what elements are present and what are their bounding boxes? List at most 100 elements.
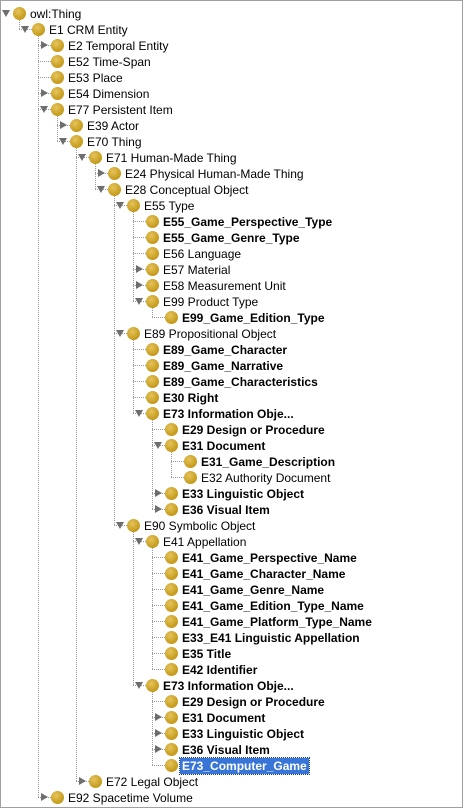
tree-node-label[interactable]: E71 Human-Made Thing bbox=[104, 150, 239, 166]
tree-node-label[interactable]: E28 Conceptual Object bbox=[123, 182, 250, 198]
tree-node-label[interactable]: E41_Game_Platform_Type_Name bbox=[180, 614, 374, 630]
tree-node-label[interactable]: E58 Measurement Unit bbox=[161, 278, 288, 294]
expanded-arrow-icon[interactable] bbox=[2, 10, 10, 17]
expanded-arrow-icon[interactable] bbox=[116, 202, 124, 209]
collapsed-arrow-icon[interactable] bbox=[41, 793, 48, 801]
tree-node-label-selected[interactable]: E73_Computer_Game bbox=[179, 757, 310, 775]
tree-node-label[interactable]: E54 Dimension bbox=[66, 86, 151, 102]
collapsed-arrow-icon[interactable] bbox=[155, 729, 162, 737]
tree-node-label[interactable]: E41_Game_Character_Name bbox=[180, 566, 347, 582]
tree-node-label[interactable]: E31 Document bbox=[180, 438, 267, 454]
expanded-arrow-icon[interactable] bbox=[116, 522, 124, 529]
tree-node[interactable]: E29 Design or Procedure bbox=[1, 422, 462, 438]
tree-node-label[interactable]: E89_Game_Character bbox=[161, 342, 289, 358]
tree-node[interactable]: E33_E41 Linguistic Appellation bbox=[1, 630, 462, 646]
tree-node[interactable]: E29 Design or Procedure bbox=[1, 694, 462, 710]
expanded-arrow-icon[interactable] bbox=[135, 682, 143, 689]
tree-node-label[interactable]: E2 Temporal Entity bbox=[66, 38, 171, 54]
tree-node-label[interactable]: E35 Title bbox=[180, 646, 233, 662]
tree-node[interactable]: E73 Information Obje... bbox=[1, 678, 462, 694]
tree-node-label[interactable]: E70 Thing bbox=[85, 134, 144, 150]
tree-node[interactable]: E92 Spacetime Volume bbox=[1, 790, 462, 806]
tree-node-label[interactable]: E77 Persistent Item bbox=[66, 102, 175, 118]
tree-node[interactable]: E36 Visual Item bbox=[1, 502, 462, 518]
tree-node[interactable]: E31 Document bbox=[1, 710, 462, 726]
tree-node[interactable]: E55 Type bbox=[1, 198, 462, 214]
tree-node[interactable]: E2 Temporal Entity bbox=[1, 38, 462, 54]
tree-node[interactable]: E52 Time-Span bbox=[1, 54, 462, 70]
tree-node[interactable]: E99 Product Type bbox=[1, 294, 462, 310]
expanded-arrow-icon[interactable] bbox=[97, 186, 105, 193]
tree-node[interactable]: E58 Measurement Unit bbox=[1, 278, 462, 294]
tree-node[interactable]: E41_Game_Character_Name bbox=[1, 566, 462, 582]
tree-node-label[interactable]: E33_E41 Linguistic Appellation bbox=[180, 630, 362, 646]
tree-node[interactable]: E55_Game_Genre_Type bbox=[1, 230, 462, 246]
tree-node[interactable]: E41 Appellation bbox=[1, 534, 462, 550]
collapsed-arrow-icon[interactable] bbox=[98, 169, 105, 177]
tree-node[interactable]: owl:Thing bbox=[1, 6, 462, 22]
tree-node[interactable]: E73 Information Obje... bbox=[1, 406, 462, 422]
tree-node-label[interactable]: E41_Game_Genre_Name bbox=[180, 582, 326, 598]
tree-node-label[interactable]: E29 Design or Procedure bbox=[180, 422, 327, 438]
tree-node[interactable]: E89_Game_Characteristics bbox=[1, 374, 462, 390]
class-hierarchy-tree[interactable]: owl:Thing E1 CRM Entity E2 Temporal Entity… bbox=[0, 0, 463, 808]
tree-node-label[interactable]: E89 Propositional Object bbox=[142, 326, 278, 342]
tree-node[interactable]: E57 Material bbox=[1, 262, 462, 278]
tree-node[interactable]: E41_Game_Genre_Name bbox=[1, 582, 462, 598]
tree-node-label[interactable]: E52 Time-Span bbox=[66, 54, 153, 70]
tree-node[interactable]: E41_Game_Platform_Type_Name bbox=[1, 614, 462, 630]
expanded-arrow-icon[interactable] bbox=[135, 298, 143, 305]
tree-node-label[interactable]: E24 Physical Human-Made Thing bbox=[123, 166, 306, 182]
tree-node[interactable]: E71 Human-Made Thing bbox=[1, 150, 462, 166]
tree-node[interactable]: E77 Persistent Item bbox=[1, 102, 462, 118]
tree-node-label[interactable]: E89_Game_Characteristics bbox=[161, 374, 320, 390]
tree-node-label[interactable]: E36 Visual Item bbox=[180, 502, 272, 518]
tree-node-label[interactable]: E32 Authority Document bbox=[199, 470, 332, 486]
tree-node-label[interactable]: E57 Material bbox=[161, 262, 232, 278]
tree-node-label[interactable]: E1 CRM Entity bbox=[47, 22, 130, 38]
tree-node[interactable]: E89_Game_Character bbox=[1, 342, 462, 358]
tree-node[interactable]: E1 CRM Entity bbox=[1, 22, 462, 38]
tree-node-label[interactable]: E99 Product Type bbox=[161, 294, 260, 310]
tree-node[interactable]: E54 Dimension bbox=[1, 86, 462, 102]
tree-node[interactable]: E24 Physical Human-Made Thing bbox=[1, 166, 462, 182]
tree-node[interactable]: E39 Actor bbox=[1, 118, 462, 134]
expanded-arrow-icon[interactable] bbox=[135, 410, 143, 417]
tree-node[interactable]: E42 Identifier bbox=[1, 662, 462, 678]
tree-node-label[interactable]: E41_Game_Perspective_Name bbox=[180, 550, 359, 566]
collapsed-arrow-icon[interactable] bbox=[136, 265, 143, 273]
collapsed-arrow-icon[interactable] bbox=[155, 505, 162, 513]
tree-node[interactable]: E33 Linguistic Object bbox=[1, 726, 462, 742]
tree-node-label[interactable]: E99_Game_Edition_Type bbox=[180, 310, 327, 326]
tree-node[interactable]: E32 Authority Document bbox=[1, 470, 462, 486]
tree-node-label[interactable]: E56 Language bbox=[161, 246, 243, 262]
tree-node-label[interactable]: E33 Linguistic Object bbox=[180, 726, 306, 742]
tree-node[interactable]: E70 Thing bbox=[1, 134, 462, 150]
tree-node-label[interactable]: E53 Place bbox=[66, 70, 125, 86]
tree-node[interactable]: E53 Place bbox=[1, 70, 462, 86]
tree-node[interactable]: E89 Propositional Object bbox=[1, 326, 462, 342]
tree-node[interactable]: E31_Game_Description bbox=[1, 454, 462, 470]
tree-node[interactable]: E33 Linguistic Object bbox=[1, 486, 462, 502]
tree-node-label[interactable]: E33 Linguistic Object bbox=[180, 486, 306, 502]
collapsed-arrow-icon[interactable] bbox=[155, 489, 162, 497]
tree-node-label[interactable]: E41_Game_Edition_Type_Name bbox=[180, 598, 366, 614]
collapsed-arrow-icon[interactable] bbox=[136, 281, 143, 289]
tree-node[interactable]: E30 Right bbox=[1, 390, 462, 406]
tree-node-label[interactable]: E41 Appellation bbox=[161, 534, 248, 550]
tree-node[interactable]: E90 Symbolic Object bbox=[1, 518, 462, 534]
tree-node[interactable]: E35 Title bbox=[1, 646, 462, 662]
expanded-arrow-icon[interactable] bbox=[59, 138, 67, 145]
tree-node-label[interactable]: E31_Game_Description bbox=[199, 454, 337, 470]
tree-node[interactable]: E28 Conceptual Object bbox=[1, 182, 462, 198]
collapsed-arrow-icon[interactable] bbox=[155, 713, 162, 721]
collapsed-arrow-icon[interactable] bbox=[155, 745, 162, 753]
tree-node[interactable]: E36 Visual Item bbox=[1, 742, 462, 758]
tree-node-label[interactable]: E72 Legal Object bbox=[104, 774, 200, 790]
tree-node-label[interactable]: E73 Information Obje... bbox=[161, 678, 296, 694]
tree-node-label[interactable]: E90 Symbolic Object bbox=[142, 518, 257, 534]
collapsed-arrow-icon[interactable] bbox=[41, 41, 48, 49]
tree-node-label[interactable]: E55_Game_Genre_Type bbox=[161, 230, 302, 246]
expanded-arrow-icon[interactable] bbox=[40, 106, 48, 113]
tree-node[interactable]: E31 Document bbox=[1, 438, 462, 454]
